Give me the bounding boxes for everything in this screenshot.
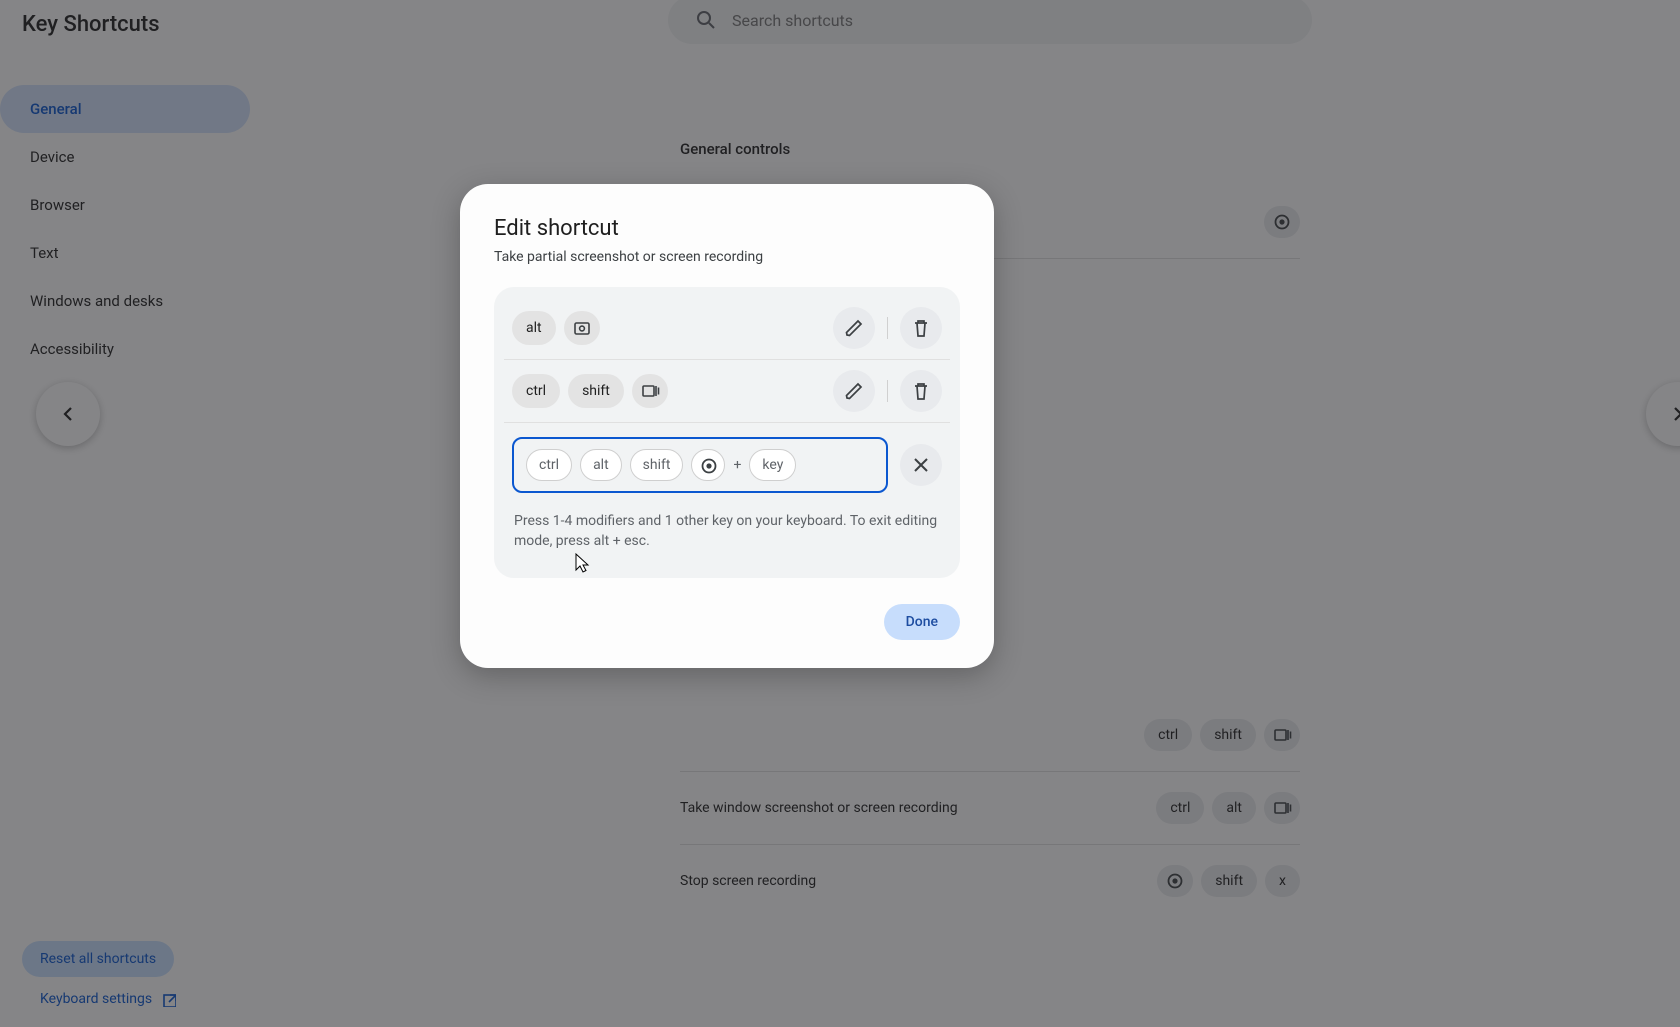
dialog-title: Edit shortcut [494,216,960,241]
shift-key: shift [568,374,624,408]
shortcut-entry-2: ctrl shift [504,359,950,422]
plus-label: + [733,457,741,473]
done-button[interactable]: Done [884,604,960,640]
edit-shortcut-dialog: Edit shortcut Take partial screenshot or… [460,184,994,668]
pencil-icon [844,318,864,338]
pencil-icon [844,381,864,401]
cancel-input-button[interactable] [900,444,942,486]
trash-icon [910,317,932,339]
ctrl-ghost-key: ctrl [526,449,572,481]
shift-ghost-key: shift [630,449,684,481]
shortcut-entry-1: alt [504,297,950,359]
launcher-ghost-key-icon [691,449,725,481]
delete-shortcut-button[interactable] [900,307,942,349]
dialog-subtitle: Take partial screenshot or screen record… [494,249,960,265]
close-icon [911,455,931,475]
screenshot-key-icon [564,311,600,345]
trash-icon [910,380,932,402]
separator [887,380,888,402]
overview-key-icon [632,374,668,408]
alt-ghost-key: alt [580,449,622,481]
input-hint-text: Press 1-4 modifiers and 1 other key on y… [512,505,942,562]
edit-shortcut-button[interactable] [833,307,875,349]
shortcut-input-row: ctrl alt shift + key Press 1-4 modifiers… [504,422,950,568]
edit-shortcut-button[interactable] [833,370,875,412]
delete-shortcut-button[interactable] [900,370,942,412]
alt-key: alt [512,311,556,345]
ctrl-key: ctrl [512,374,560,408]
separator [887,317,888,339]
key-placeholder: key [749,449,796,481]
shortcut-box: alt ctrl shift [494,287,960,578]
shortcut-capture-input[interactable]: ctrl alt shift + key [512,437,888,493]
